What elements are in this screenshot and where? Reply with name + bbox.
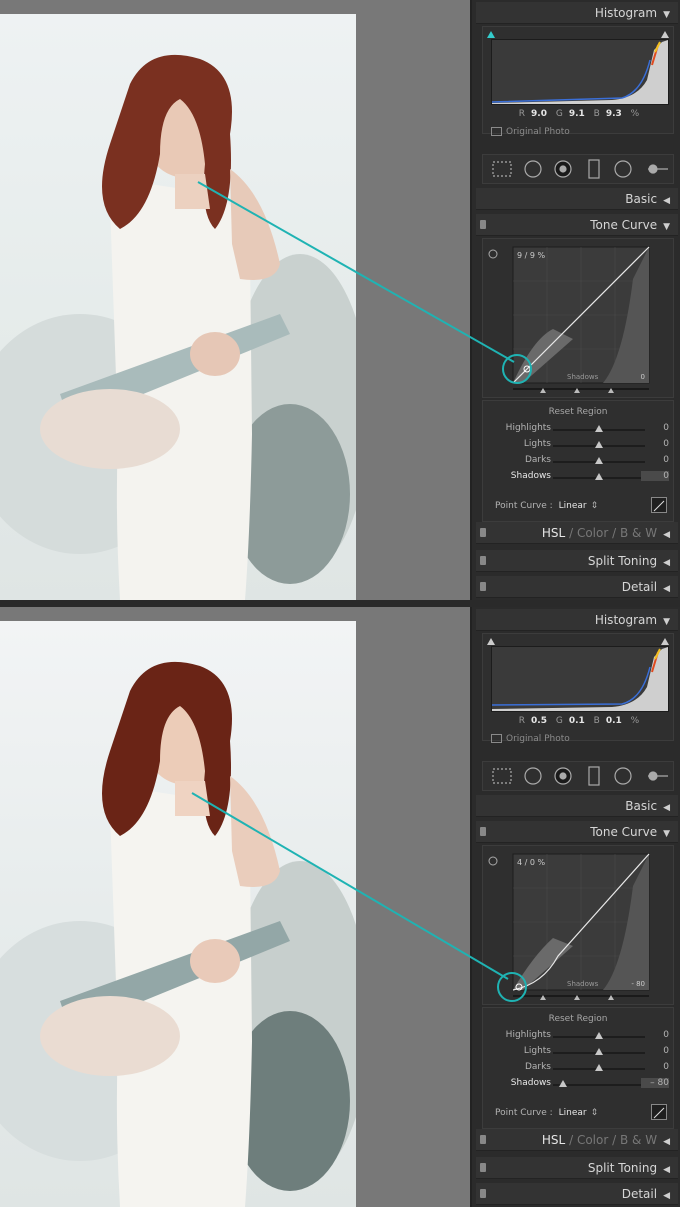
tone-curve-title: Tone Curve [590,825,658,839]
tone-curve-header[interactable]: Tone Curve ▼ [476,821,678,843]
expand-triangle-icon: ◀ [663,196,670,206]
panel-switch-icon[interactable] [480,1189,486,1198]
edit-point-curve-icon[interactable] [651,1104,667,1120]
basic-header[interactable]: Basic ◀ [476,795,678,817]
checkbox-icon [491,734,502,743]
darks-slider[interactable]: Darks 0 [487,1062,673,1076]
svg-text:Shadows: Shadows [567,980,599,988]
divider [0,600,680,607]
panel-switch-icon[interactable] [480,528,486,537]
tone-curve-title: Tone Curve [590,218,658,232]
panel-switch-icon[interactable] [480,556,486,565]
tone-curve-box: 9 / 9 % Shadows 0 [482,238,674,398]
split-toning-header[interactable]: Split Toning ◀ [476,1157,678,1179]
basic-header[interactable]: Basic ◀ [476,188,678,210]
basic-title: Basic [625,799,658,813]
region-sliders: Reset Region Highlights 0 Lights 0 Darks 0 … [482,400,674,522]
before-screenshot: Histogram ▼ R 9.0 G 9.1 B 9.3 % Original Pho… [0,0,680,600]
split-toning-header[interactable]: Split Toning ◀ [476,550,678,572]
expand-triangle-icon: ◀ [663,1191,670,1201]
rgb-readout: R 0.5 G 0.1 B 0.1 % [518,716,640,726]
tab-bw[interactable]: B & W [620,1133,657,1147]
reset-region-label[interactable]: Reset Region [483,1014,673,1024]
hsl-header[interactable]: HSL / Color / B & W ◀ [476,1129,678,1151]
checkbox-icon [491,127,502,136]
highlight-clipping-icon[interactable] [661,31,669,38]
histogram-graph [491,39,669,105]
edit-point-curve-icon[interactable] [651,497,667,513]
original-photo-toggle[interactable]: Original Photo [491,127,570,137]
panel-switch-icon[interactable] [480,827,486,836]
shadow-clipping-icon[interactable] [487,638,495,645]
tab-hsl[interactable]: HSL [542,526,565,540]
expand-triangle-icon: ◀ [663,530,670,540]
collapse-triangle-icon: ▼ [663,10,670,20]
expand-triangle-icon: ◀ [663,803,670,813]
tone-curve-box: 4 / 0 % Shadows - 80 [482,845,674,1005]
shadow-clipping-icon[interactable] [487,31,495,38]
collapse-triangle-icon: ▼ [663,617,670,627]
panel-switch-icon[interactable] [480,1163,486,1172]
collapse-triangle-icon: ▼ [663,829,670,839]
expand-triangle-icon: ◀ [663,1137,670,1147]
portrait-photo [0,621,356,1207]
detail-header[interactable]: Detail ◀ [476,1183,678,1205]
expand-triangle-icon: ◀ [663,584,670,594]
tab-color[interactable]: Color [577,526,608,540]
point-curve-select[interactable]: Point Curve : Linear ⇕ [495,501,598,511]
svg-text:0: 0 [641,373,645,381]
original-photo-toggle[interactable]: Original Photo [491,734,570,744]
develop-panel: Histogram ▼ R 0.5 G 0.1 B 0.1 % Original Pho… [470,607,680,1207]
histogram-title: Histogram [594,613,658,627]
shadows-slider[interactable]: Shadows – 80 [487,1078,673,1092]
tone-curve-graph[interactable]: 9 / 9 % Shadows 0 [483,239,673,397]
tool-strip [482,761,674,791]
tab-bw[interactable]: B & W [620,526,657,540]
after-screenshot: Histogram ▼ R 0.5 G 0.1 B 0.1 % Original Pho… [0,607,680,1207]
expand-triangle-icon: ◀ [663,558,670,568]
darks-slider[interactable]: Darks 0 [487,455,673,469]
targeted-adjustment-icon [488,249,498,259]
shadows-slider[interactable]: Shadows 0 [487,471,673,485]
highlights-slider[interactable]: Highlights 0 [487,423,673,437]
tab-color[interactable]: Color [577,1133,608,1147]
tone-curve-graph[interactable]: 4 / 0 % Shadows - 80 [483,846,673,1004]
lights-slider[interactable]: Lights 0 [487,1046,673,1060]
svg-text:9 / 9 %: 9 / 9 % [517,251,546,260]
highlight-clipping-icon[interactable] [661,638,669,645]
svg-text:Shadows: Shadows [567,373,599,381]
tone-curve-header[interactable]: Tone Curve ▼ [476,214,678,236]
tool-strip [482,154,674,184]
point-curve-select[interactable]: Point Curve : Linear ⇕ [495,1108,598,1118]
region-sliders: Reset Region Highlights 0 Lights 0 Darks 0 … [482,1007,674,1129]
expand-triangle-icon: ◀ [663,1165,670,1175]
develop-panel: Histogram ▼ R 9.0 G 9.1 B 9.3 % Original Pho… [470,0,680,600]
collapse-triangle-icon: ▼ [663,222,670,232]
reset-region-label[interactable]: Reset Region [483,407,673,417]
basic-title: Basic [625,192,658,206]
rgb-readout: R 9.0 G 9.1 B 9.3 % [518,109,640,119]
hsl-header[interactable]: HSL / Color / B & W ◀ [476,522,678,544]
targeted-adjustment-icon [488,856,498,866]
histogram-title: Histogram [594,6,658,20]
histogram-box: R 9.0 G 9.1 B 9.3 % Original Photo [482,26,674,137]
svg-text:4 / 0 %: 4 / 0 % [517,858,546,867]
detail-header[interactable]: Detail ◀ [476,576,678,598]
tab-hsl[interactable]: HSL [542,1133,565,1147]
panel-switch-icon[interactable] [480,582,486,591]
histogram-header[interactable]: Histogram ▼ [476,2,678,24]
histogram-graph [491,646,669,712]
svg-text:- 80: - 80 [631,980,645,988]
panel-switch-icon[interactable] [480,1135,486,1144]
histogram-header[interactable]: Histogram ▼ [476,609,678,631]
portrait-photo [0,14,356,600]
highlights-slider[interactable]: Highlights 0 [487,1030,673,1044]
lights-slider[interactable]: Lights 0 [487,439,673,453]
histogram-box: R 0.5 G 0.1 B 0.1 % Original Photo [482,633,674,744]
panel-switch-icon[interactable] [480,220,486,229]
